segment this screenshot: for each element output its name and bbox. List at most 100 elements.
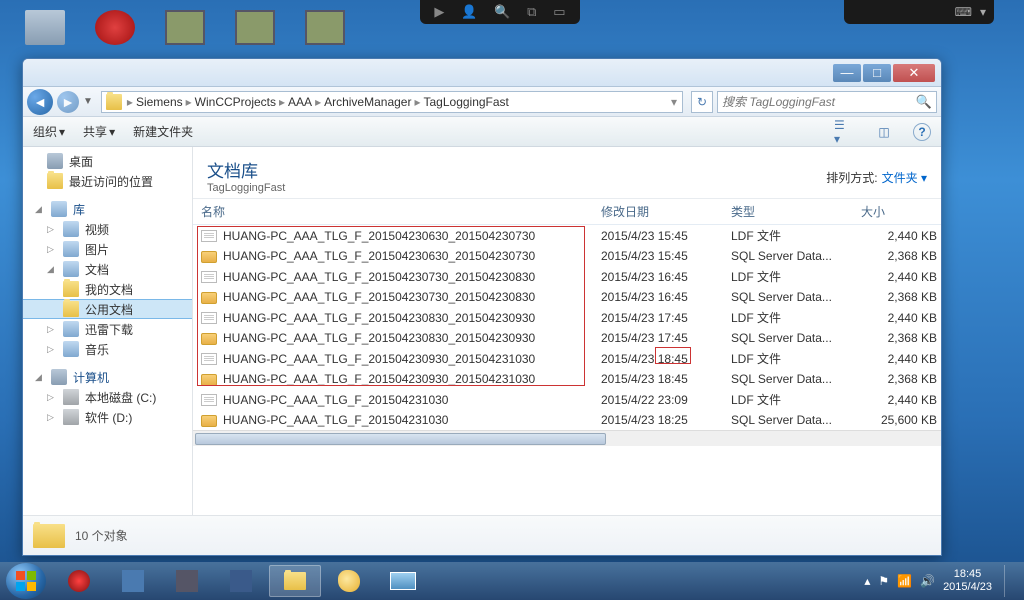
crumb[interactable]: ArchiveManager: [322, 95, 413, 109]
sidebar-item-recent[interactable]: 最近访问的位置: [23, 171, 192, 191]
toolbar: 组织 ▾ 共享 ▾ 新建文件夹 ☰ ▾ ◫ ?: [23, 117, 941, 147]
sidebar-item-disk-d[interactable]: ▷软件 (D:): [23, 407, 192, 427]
horizontal-scrollbar[interactable]: [193, 430, 941, 446]
folder-icon: [63, 301, 79, 317]
table-row[interactable]: HUANG-PC_AAA_TLG_F_201504230830_20150423…: [193, 328, 941, 348]
taskbar-app[interactable]: [323, 565, 375, 597]
keyboard-icon[interactable]: ⌨: [955, 5, 972, 19]
table-row[interactable]: HUANG-PC_AAA_TLG_F_201504230630_20150423…: [193, 246, 941, 266]
gadget-bar-center: ▶ 👤 🔍 ⧉ ▭: [420, 0, 580, 24]
file-icon: [201, 251, 217, 263]
search-icon[interactable]: 🔍: [916, 94, 932, 110]
card-icon[interactable]: ▭: [553, 4, 565, 20]
share-menu[interactable]: 共享 ▾: [83, 123, 115, 140]
document-icon: [63, 261, 79, 277]
disk-icon: [63, 389, 79, 405]
taskbar-explorer[interactable]: [269, 565, 321, 597]
chevron-down-icon[interactable]: ▾: [980, 5, 986, 19]
close-button[interactable]: ✕: [893, 64, 935, 82]
explorer-window: — □ ✕ ◄ ► ▼ ▸ Siemens▸ WinCCProjects▸ AA…: [22, 58, 942, 556]
desktop-icon-app[interactable]: [230, 5, 280, 50]
computer-icon: [51, 369, 67, 385]
sidebar-item-libraries[interactable]: ◢库: [23, 199, 192, 219]
taskbar-app[interactable]: [161, 565, 213, 597]
arrange-dropdown[interactable]: 文件夹 ▾: [882, 169, 927, 186]
forward-button[interactable]: ►: [57, 91, 79, 113]
column-size[interactable]: 大小: [853, 199, 941, 225]
search-input[interactable]: [722, 95, 916, 109]
table-row[interactable]: HUANG-PC_AAA_TLG_F_201504230930_20150423…: [193, 348, 941, 369]
desktop-icon-app[interactable]: [300, 5, 350, 50]
tray-network-icon[interactable]: 📶: [897, 574, 912, 588]
crumb[interactable]: AAA: [286, 95, 314, 109]
arrange-label: 排列方式:: [826, 169, 877, 186]
organize-menu[interactable]: 组织 ▾: [33, 123, 65, 140]
table-row[interactable]: HUANG-PC_AAA_TLG_F_2015042310302015/4/23…: [193, 410, 941, 430]
table-row[interactable]: HUANG-PC_AAA_TLG_F_201504230830_20150423…: [193, 307, 941, 328]
window-icon[interactable]: ⧉: [527, 4, 536, 20]
start-button[interactable]: [6, 563, 46, 599]
view-button[interactable]: ☰ ▾: [833, 122, 855, 142]
table-row[interactable]: HUANG-PC_AAA_TLG_F_201504230730_20150423…: [193, 287, 941, 307]
file-icon: [201, 353, 217, 365]
tray-clock[interactable]: 18:45 2015/4/23: [943, 568, 992, 594]
sidebar-item-my-docs[interactable]: 我的文档: [23, 279, 192, 299]
recent-icon: [47, 173, 63, 189]
new-folder-button[interactable]: 新建文件夹: [133, 123, 193, 140]
library-header: 文档库 TagLoggingFast 排列方式: 文件夹 ▾: [193, 147, 941, 199]
minimize-button[interactable]: —: [833, 64, 861, 82]
sidebar-item-videos[interactable]: ▷视频: [23, 219, 192, 239]
sidebar: 桌面 最近访问的位置 ◢库 ▷视频 ▷图片 ◢文档 我的文档 公用文档 ▷迅雷下…: [23, 147, 193, 515]
help-button[interactable]: ?: [913, 123, 931, 141]
main-pane: 文档库 TagLoggingFast 排列方式: 文件夹 ▾ 彻底又成4段了 名…: [193, 147, 941, 515]
sidebar-item-documents[interactable]: ◢文档: [23, 259, 192, 279]
taskbar-app[interactable]: [107, 565, 159, 597]
folder-icon: [33, 524, 65, 548]
table-row[interactable]: HUANG-PC_AAA_TLG_F_201504230930_20150423…: [193, 369, 941, 389]
back-button[interactable]: ◄: [27, 89, 53, 115]
sidebar-item-computer[interactable]: ◢计算机: [23, 367, 192, 387]
column-name[interactable]: 名称: [193, 199, 593, 225]
crumb[interactable]: Siemens: [134, 95, 185, 109]
show-desktop-button[interactable]: [1004, 565, 1014, 597]
breadcrumb[interactable]: ▸ Siemens▸ WinCCProjects▸ AAA▸ ArchiveMa…: [101, 91, 683, 113]
column-type[interactable]: 类型: [723, 199, 853, 225]
search-box[interactable]: 🔍: [717, 91, 937, 113]
table-row[interactable]: HUANG-PC_AAA_TLG_F_201504230630_20150423…: [193, 225, 941, 247]
tray-volume-icon[interactable]: 🔊: [920, 574, 935, 588]
folder-icon: [63, 281, 79, 297]
file-icon: [201, 374, 217, 386]
table-row[interactable]: HUANG-PC_AAA_TLG_F_2015042310302015/4/22…: [193, 389, 941, 410]
refresh-button[interactable]: ↻: [691, 91, 713, 113]
search-icon[interactable]: 🔍: [494, 4, 510, 20]
sidebar-item-pictures[interactable]: ▷图片: [23, 239, 192, 259]
taskbar-app[interactable]: [377, 565, 429, 597]
sidebar-item-disk-c[interactable]: ▷本地磁盘 (C:): [23, 387, 192, 407]
preview-pane-button[interactable]: ◫: [873, 122, 895, 142]
maximize-button[interactable]: □: [863, 64, 891, 82]
crumb[interactable]: WinCCProjects: [193, 95, 278, 109]
library-title: 文档库: [207, 157, 826, 182]
play-icon[interactable]: ▶: [434, 4, 444, 20]
sidebar-item-music[interactable]: ▷音乐: [23, 339, 192, 359]
taskbar-app[interactable]: [53, 565, 105, 597]
tray-chevron-icon[interactable]: ▴: [864, 574, 870, 588]
music-icon: [63, 341, 79, 357]
gadget-bar-right: ⌨ ▾: [844, 0, 994, 24]
desktop-icon-app[interactable]: [160, 5, 210, 50]
taskbar-app[interactable]: [215, 565, 267, 597]
table-row[interactable]: HUANG-PC_AAA_TLG_F_201504230730_20150423…: [193, 266, 941, 287]
desktop-icon-app[interactable]: [90, 5, 140, 50]
sidebar-item-desktop[interactable]: 桌面: [23, 151, 192, 171]
user-icon[interactable]: 👤: [461, 4, 477, 20]
titlebar[interactable]: — □ ✕: [23, 59, 941, 87]
taskbar: ▴ ⚑ 📶 🔊 18:45 2015/4/23: [0, 562, 1024, 600]
crumb[interactable]: TagLoggingFast: [422, 95, 511, 109]
history-dropdown[interactable]: ▼: [83, 96, 93, 107]
desktop-icon-computer[interactable]: [20, 5, 70, 50]
sidebar-item-public-docs[interactable]: 公用文档: [23, 299, 192, 319]
file-list: 彻底又成4段了 名称 修改日期 类型 大小 HUANG-PC_AAA_TLG_F…: [193, 199, 941, 515]
tray-flag-icon[interactable]: ⚑: [878, 574, 889, 588]
sidebar-item-downloads[interactable]: ▷迅雷下载: [23, 319, 192, 339]
column-date[interactable]: 修改日期: [593, 199, 723, 225]
